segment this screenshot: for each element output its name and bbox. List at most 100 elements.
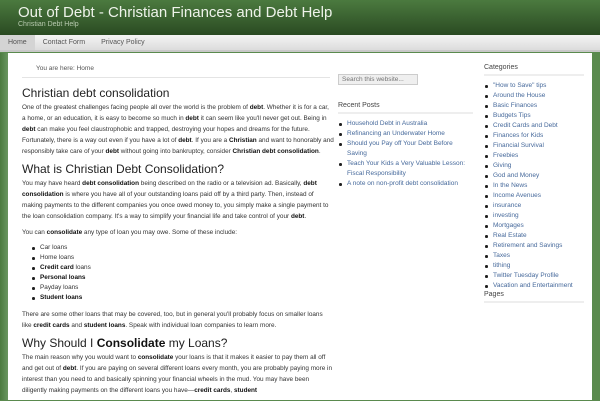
bold-text: debt consolidation (82, 180, 139, 187)
text-segment: . Speak with individual loan companies t… (125, 322, 277, 329)
bold-text: Student loans (40, 294, 83, 301)
paragraph: You may have heard debt consolidation be… (22, 178, 334, 222)
text-segment: You can (22, 229, 47, 236)
category-link[interactable]: God and Money (484, 171, 584, 181)
category-link[interactable]: In the News (484, 181, 584, 191)
list-item: Credit card loans (32, 263, 334, 273)
paragraph: The main reason why you would want to co… (22, 352, 334, 396)
search-input[interactable] (338, 74, 418, 85)
category-link[interactable]: Basic Finances (484, 101, 584, 111)
bold-text: consolidate (46, 229, 83, 236)
category-link[interactable]: tithing (484, 261, 584, 271)
category-link[interactable]: insurance (484, 201, 584, 211)
sidebar-categories: Categories "How to Save" tips Around the … (484, 64, 584, 308)
recent-post-link[interactable]: Teach Your Kids a Very Valuable Lesson: … (338, 159, 473, 179)
main-content: Christian debt consolidation One of the … (22, 86, 334, 401)
list-item: Student loans (32, 293, 334, 303)
text-segment: loans (73, 264, 91, 271)
text-segment: . If you are a (191, 137, 229, 144)
text-segment: . (318, 148, 321, 155)
category-link[interactable]: Mortgages (484, 221, 584, 231)
category-link[interactable]: Around the House (484, 91, 584, 101)
bold-text: credit cards (194, 387, 231, 394)
category-link[interactable]: Vacation and Entertainment (484, 281, 584, 291)
site-description: Christian Debt Help (18, 21, 79, 28)
category-link[interactable]: Credit Cards and Debt (484, 121, 584, 131)
bold-text: debt (290, 213, 305, 220)
list-item: Car loans (32, 243, 334, 253)
recent-post-link[interactable]: Should you Pay off Your Debt Before Savi… (338, 139, 473, 159)
text-segment: Home loans (40, 254, 75, 261)
bold-text: student (233, 387, 258, 394)
recent-posts-title: Recent Posts (338, 102, 473, 114)
bold-text: Credit card (40, 264, 74, 271)
site-title[interactable]: Out of Debt - Christian Finances and Deb… (18, 4, 332, 21)
bold-text: student loans (83, 322, 126, 329)
category-link[interactable]: Giving (484, 161, 584, 171)
section-heading: Why Should I Consolidate my Loans? (22, 336, 334, 351)
paragraph: There are some other loans that may be c… (22, 309, 334, 331)
article-body: One of the greatest challenges facing pe… (22, 102, 334, 396)
text-segment: Payday loans (40, 284, 79, 291)
bold-text: debt (185, 115, 199, 122)
category-link[interactable]: Real Estate (484, 231, 584, 241)
site-header: Out of Debt - Christian Finances and Deb… (0, 0, 600, 35)
loan-list: Car loans Home loans Credit card loans Pers… (32, 243, 334, 303)
text-segment: Car loans (40, 244, 68, 251)
list-item: Payday loans (32, 283, 334, 293)
list-item: Home loans (32, 253, 334, 263)
nav-contact-form[interactable]: Contact Form (35, 35, 93, 50)
page-title: Christian debt consolidation (22, 86, 170, 100)
category-link[interactable]: Income Avenues (484, 191, 584, 201)
text-segment: and (69, 322, 84, 329)
bold-text: debt (62, 365, 77, 372)
text-segment: The main reason why you would want to (22, 354, 138, 361)
bold-text: credit cards (33, 322, 70, 329)
text-segment: You may have heard (22, 180, 83, 187)
bold-text: debt (249, 104, 264, 111)
category-link[interactable]: Twitter Tuesday Profile (484, 271, 584, 281)
recent-posts-list: Household Debt in Australia Refinancing a… (338, 119, 473, 189)
categories-list: "How to Save" tips Around the House Basic … (484, 81, 584, 291)
background-strip (0, 53, 8, 400)
categories-title: Categories (484, 64, 584, 76)
text-segment: Why Should I (22, 336, 97, 350)
text-segment: What is Christian Debt Consolidation? (22, 162, 225, 176)
category-link[interactable]: Financial Survival (484, 141, 584, 151)
text-segment: it can seem like you'll never get out. B… (198, 115, 327, 122)
nav-home[interactable]: Home (0, 35, 35, 50)
recent-post-link[interactable]: Refinancing an Underwater Home (338, 129, 473, 139)
text-segment: . (304, 213, 307, 220)
category-link[interactable]: Taxes (484, 251, 584, 261)
bold-text: Christian debt consolidation (232, 148, 319, 155)
content-wrap: You are here: Home Christian debt consol… (8, 53, 592, 400)
list-item: Personal loans (32, 273, 334, 283)
text-segment: One of the greatest challenges facing pe… (22, 104, 250, 111)
category-link[interactable]: Budgets Tips (484, 111, 584, 121)
category-link[interactable]: "How to Save" tips (484, 81, 584, 91)
breadcrumb: You are here: Home (36, 65, 94, 72)
section-heading: What is Christian Debt Consolidation? (22, 162, 334, 177)
recent-post-link[interactable]: A note on non-profit debt consolidation (338, 179, 473, 189)
pages-title: Pages (484, 291, 584, 303)
bold-text: Consolidate (96, 336, 166, 350)
text-segment: being described on the radio or a televi… (138, 180, 304, 187)
nav-privacy-policy[interactable]: Privacy Policy (93, 35, 153, 50)
recent-post-link[interactable]: Household Debt in Australia (338, 119, 473, 129)
paragraph: One of the greatest challenges facing pe… (22, 102, 334, 157)
text-segment: is where you have all of your outstandin… (22, 191, 329, 220)
paragraph: You can consolidate any type of loan you… (22, 227, 334, 238)
text-segment: any type of loan you may owe. Some of th… (82, 229, 238, 236)
sidebar: Recent Posts Household Debt in Australia… (338, 68, 473, 189)
bold-text: debt (178, 137, 192, 144)
text-segment: without going into bankruptcy, consider (118, 148, 233, 155)
bold-text: Personal loans (40, 274, 86, 281)
category-link[interactable]: Finances for Kids (484, 131, 584, 141)
main-nav: Home Contact Form Privacy Policy (0, 35, 600, 52)
category-link[interactable]: Retirement and Savings (484, 241, 584, 251)
text-segment: my Loans? (165, 336, 228, 350)
category-link[interactable]: investing (484, 211, 584, 221)
bold-text: debt (22, 126, 36, 133)
category-link[interactable]: Freebies (484, 151, 584, 161)
bold-text: debt (105, 148, 119, 155)
